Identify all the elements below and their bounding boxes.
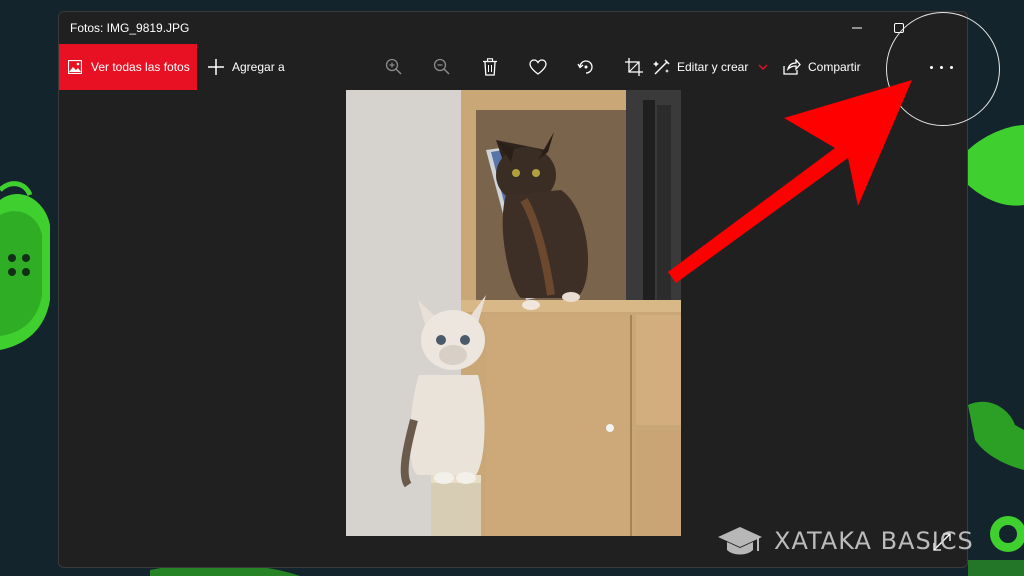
watermark-text: XATAKA BASICS bbox=[774, 527, 974, 555]
graduation-cap-icon bbox=[718, 527, 762, 555]
watermark: XATAKA BASICS bbox=[718, 522, 974, 560]
red-arrow-annotation bbox=[668, 80, 912, 283]
